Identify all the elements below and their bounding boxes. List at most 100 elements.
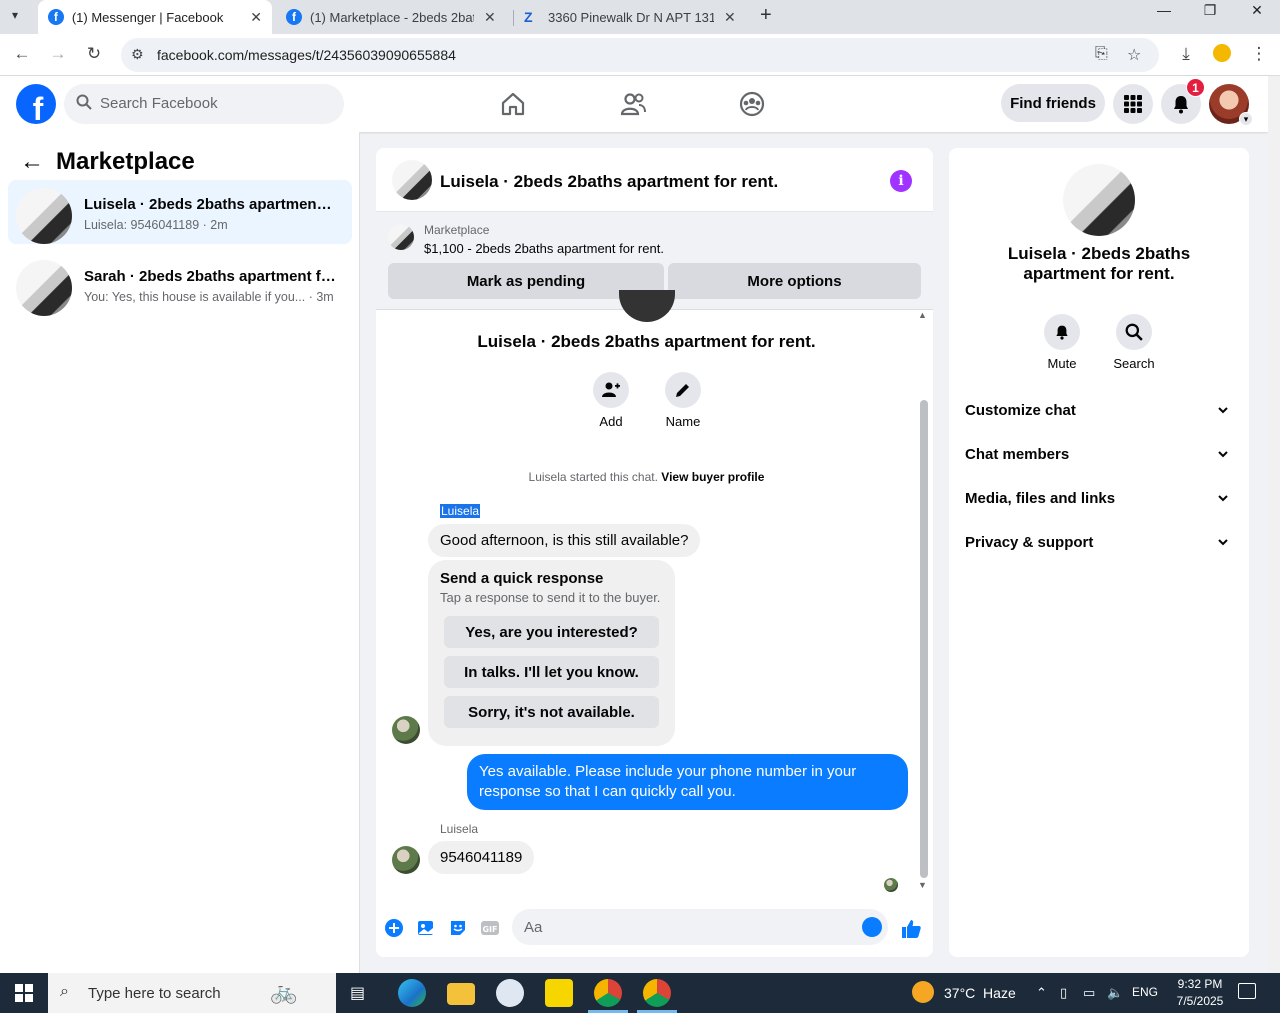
sticky-notes-icon[interactable] — [545, 979, 573, 1007]
windows-logo-icon — [15, 984, 33, 1002]
more-options-button[interactable]: More options — [668, 263, 921, 299]
tab-messenger[interactable]: f (1) Messenger | Facebook ✕ — [38, 0, 272, 34]
weather-icon[interactable] — [912, 981, 934, 1003]
facebook-logo-icon[interactable]: f — [16, 84, 56, 124]
conversation-item[interactable]: Luisela · 2beds 2baths apartment for ren… — [8, 180, 352, 244]
back-arrow-icon[interactable]: ← — [20, 148, 44, 176]
extension-icon[interactable] — [1213, 44, 1231, 62]
close-icon[interactable]: ✕ — [250, 9, 262, 26]
reload-icon[interactable]: ↻ — [83, 44, 105, 64]
close-icon[interactable]: ✕ — [724, 9, 736, 26]
privacy-support-section[interactable]: Privacy & support — [965, 534, 1233, 558]
chrome-profile-icon[interactable] — [594, 979, 622, 1007]
groups-icon[interactable] — [738, 90, 766, 118]
address-bar: ← → ↻ ⚙ facebook.com/messages/t/24356039… — [0, 34, 1280, 76]
sender-avatar[interactable] — [392, 846, 420, 874]
forward-icon[interactable]: → — [47, 44, 69, 64]
section-label: Media, files and links — [965, 490, 1116, 507]
scroll-down-icon[interactable]: ▼ — [918, 880, 927, 890]
window-close-icon[interactable]: ✕ — [1234, 0, 1280, 20]
info-icon[interactable]: i — [890, 170, 912, 192]
menu-button[interactable] — [1113, 84, 1153, 124]
conversation-item[interactable]: Sarah · 2beds 2baths apartment for rent.… — [8, 252, 352, 316]
search-placeholder: Search Facebook — [100, 95, 218, 112]
taskbar-search-input[interactable]: ⌕ Type here to search 🚲 — [48, 973, 336, 1013]
emoji-icon[interactable] — [862, 917, 882, 937]
weather-text[interactable]: 37°C Haze — [944, 985, 1016, 1001]
page-scrollbar[interactable] — [1268, 76, 1280, 973]
new-tab-icon[interactable]: + — [760, 4, 772, 27]
task-view-icon[interactable]: ▤ — [350, 983, 365, 1003]
incoming-message[interactable]: 9546041189 — [428, 841, 535, 874]
volume-icon[interactable]: 🔈 — [1107, 985, 1123, 1001]
language-indicator[interactable]: ENG — [1132, 985, 1158, 999]
install-app-icon[interactable]: ⎘ — [1095, 45, 1108, 63]
gif-icon[interactable]: GIF — [480, 918, 500, 938]
chevron-down-icon — [1218, 407, 1228, 414]
scrollbar-thumb[interactable] — [920, 400, 928, 878]
thumbs-up-icon[interactable] — [900, 918, 922, 940]
tray-chevron-up-icon[interactable]: ⌃ — [1036, 985, 1047, 1001]
customize-chat-section[interactable]: Customize chat — [965, 402, 1233, 426]
file-explorer-icon[interactable] — [447, 983, 475, 1005]
time-text: 9:32 PM — [1177, 977, 1223, 991]
app-icon[interactable] — [496, 979, 524, 1007]
mute-button[interactable]: Mute — [1032, 314, 1092, 371]
chat-members-section[interactable]: Chat members — [965, 446, 1233, 470]
home-icon[interactable] — [499, 90, 527, 118]
url-text[interactable]: facebook.com/messages/t/2435603909065588… — [157, 47, 456, 63]
bookmark-star-icon[interactable]: ☆ — [1127, 45, 1141, 65]
quick-response-option[interactable]: Sorry, it's not available. — [444, 696, 659, 728]
media-files-links-section[interactable]: Media, files and links — [965, 490, 1233, 514]
chat-avatar-partial — [619, 290, 675, 322]
name-button[interactable]: Name — [653, 372, 713, 429]
meet-icon[interactable]: ▯ — [1060, 985, 1067, 1001]
taskbar-search-placeholder: Type here to search — [88, 985, 221, 1002]
listing-price[interactable]: $1,100 - 2beds 2baths apartment for rent… — [424, 241, 664, 256]
edge-icon[interactable] — [398, 979, 426, 1007]
omnibox[interactable]: ⚙ facebook.com/messages/t/24356039090655… — [121, 38, 1159, 72]
quick-response-option[interactable]: Yes, are you interested? — [444, 616, 659, 648]
tab-zillow[interactable]: Z 3360 Pinewalk Dr N APT 1312, F ✕ — [514, 0, 750, 34]
search-input[interactable]: Search Facebook — [64, 84, 344, 124]
friends-icon[interactable] — [619, 90, 647, 118]
start-button[interactable] — [0, 973, 48, 1013]
sender-avatar[interactable] — [392, 716, 420, 744]
view-buyer-profile-link[interactable]: View buyer profile — [661, 470, 764, 484]
message-input[interactable]: Aa — [512, 909, 888, 945]
add-person-icon — [602, 382, 620, 397]
profile-avatar[interactable]: ▾ — [1209, 84, 1253, 126]
add-button[interactable]: Add — [581, 372, 641, 429]
windows-taskbar: ⌕ Type here to search 🚲 ▤ 37°C Haze ⌃ ▯ … — [0, 973, 1280, 1013]
listing-thumbnail[interactable] — [1063, 164, 1135, 236]
tab-marketplace[interactable]: f (1) Marketplace - 2beds 2baths ✕ — [276, 0, 510, 34]
svg-text:GIF: GIF — [482, 925, 497, 934]
minimize-icon[interactable]: — — [1141, 0, 1187, 20]
chrome-icon[interactable] — [643, 979, 671, 1007]
chat-title[interactable]: Luisela · 2beds 2baths apartment for ren… — [440, 172, 778, 192]
network-icon[interactable]: ▭ — [1083, 985, 1095, 1001]
notification-badge: 1 — [1186, 78, 1205, 97]
search-icon — [76, 94, 92, 110]
photo-icon[interactable] — [416, 918, 436, 938]
outgoing-message[interactable]: Yes available. Please include your phone… — [467, 754, 908, 810]
restore-icon[interactable]: ❐ — [1187, 0, 1233, 20]
message-list[interactable]: ▲ ▼ Luisela · 2beds 2baths apartment for… — [376, 290, 933, 900]
clock[interactable]: 9:32 PM 7/5/2025 — [1172, 976, 1228, 1010]
plus-circle-icon[interactable] — [384, 918, 404, 938]
scroll-up-icon[interactable]: ▲ — [918, 310, 927, 320]
find-friends-button[interactable]: Find friends — [1001, 84, 1105, 122]
search-chat-button[interactable]: Search — [1104, 314, 1164, 371]
incoming-message[interactable]: Good afternoon, is this still available? — [428, 524, 701, 557]
sticker-icon[interactable] — [448, 918, 468, 938]
close-icon[interactable]: ✕ — [484, 9, 496, 26]
download-icon[interactable]: ⤓ — [1175, 44, 1197, 64]
notification-center-icon[interactable] — [1238, 983, 1256, 999]
tab-search-icon[interactable]: ▾ — [12, 8, 18, 22]
listing-thumbnail[interactable] — [392, 160, 432, 200]
back-icon[interactable]: ← — [11, 44, 33, 64]
system-text: Luisela started this chat. — [528, 470, 658, 484]
browser-menu-icon[interactable]: ⋮ — [1248, 44, 1270, 64]
quick-response-option[interactable]: In talks. I'll let you know. — [444, 656, 659, 688]
site-info-icon[interactable]: ⚙ — [131, 46, 144, 63]
